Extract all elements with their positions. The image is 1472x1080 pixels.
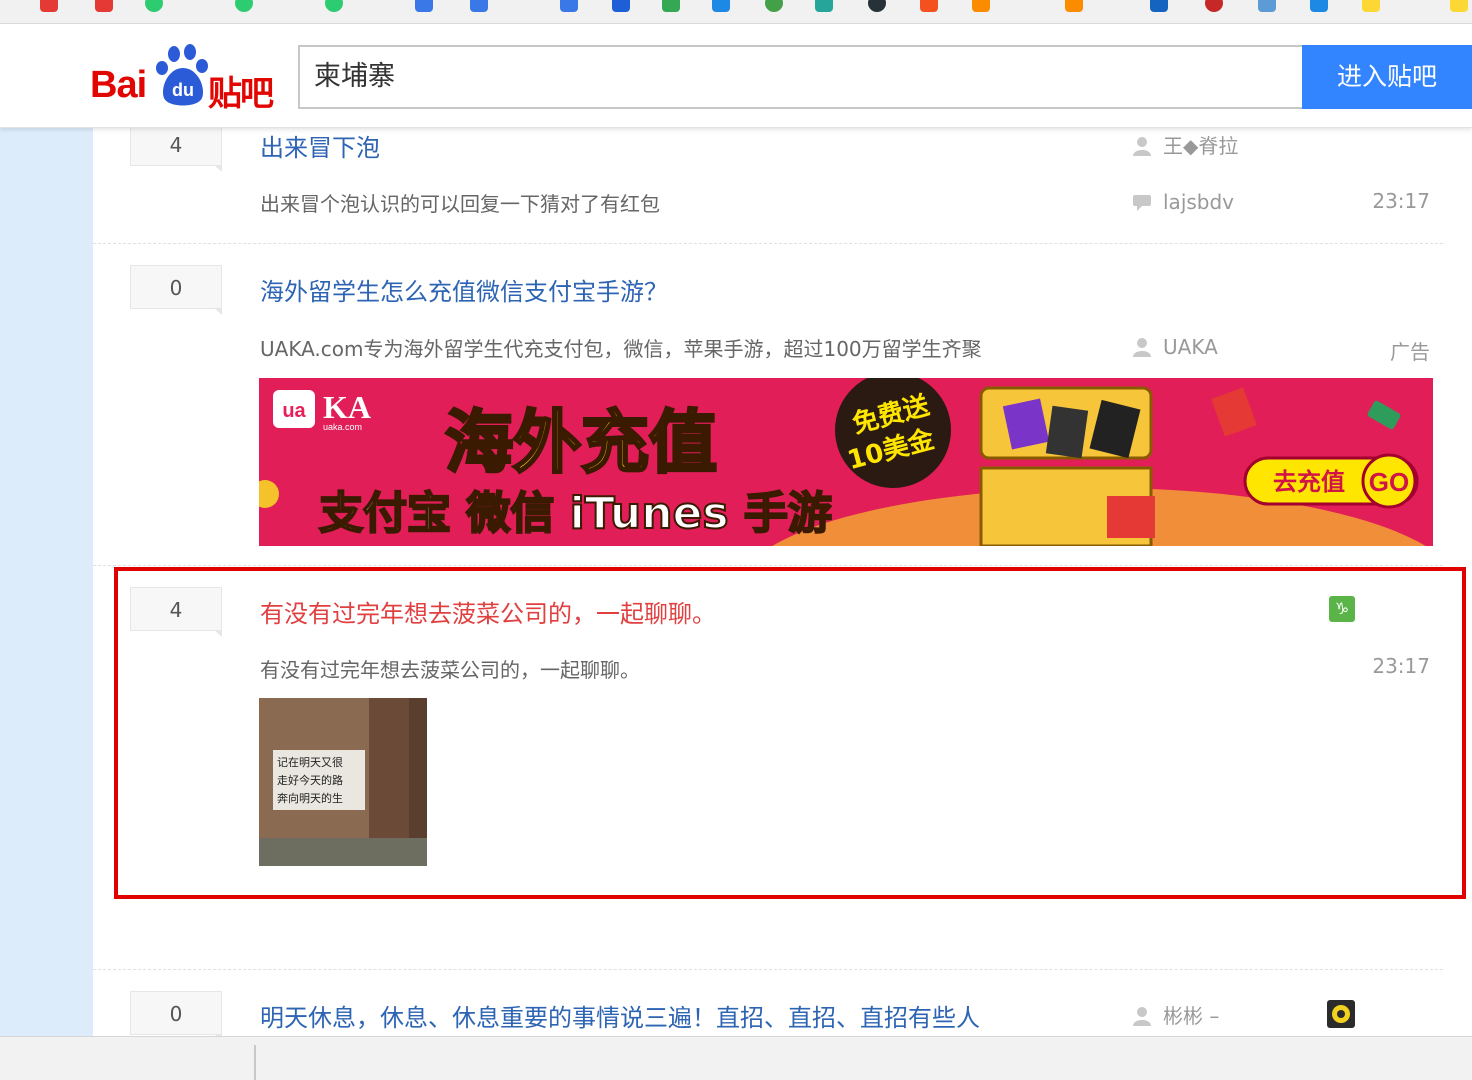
thread-divider [93, 243, 1443, 244]
thread-image-graphic: 记在明天又很 走好今天的路 奔向明天的生 [259, 698, 427, 866]
bookmark-icon[interactable] [1310, 0, 1328, 12]
bookmark-icon[interactable] [815, 0, 833, 12]
last-replier-name: lajsbdv [1163, 190, 1235, 214]
bookmark-icon[interactable] [1450, 0, 1468, 12]
thread-abstract: UAKA.com专为海外留学生代充支付包，微信，苹果手游，超过100万留学生齐聚 [260, 337, 982, 361]
paw-icon: du [156, 44, 208, 106]
banner-headline: 海外充值 [445, 404, 717, 483]
thread-time: 23:17 [1372, 654, 1430, 678]
baidu-tieba-logo[interactable]: Bai du 贴吧 [90, 44, 280, 114]
bookmarks-bar [0, 0, 1472, 24]
thread-time: 23:17 [1372, 189, 1430, 213]
bookmark-icon[interactable] [470, 0, 488, 12]
banner-brand: KA [323, 389, 371, 425]
reply-count-badge: 0 [130, 265, 222, 315]
bookmark-icon[interactable] [95, 0, 113, 12]
bookmark-icon[interactable] [765, 0, 783, 12]
thread-image[interactable]: 记在明天又很 走好今天的路 奔向明天的生 [259, 698, 427, 866]
search-input[interactable]: 柬埔寨 [298, 45, 1302, 109]
bookmark-icon[interactable] [868, 0, 886, 12]
logo-text-tieba: 贴吧 [208, 75, 274, 113]
thread-author[interactable]: 王◆脊拉 [1133, 130, 1238, 159]
tieba-header: Bai du 贴吧 柬埔寨 进入贴吧 [0, 24, 1472, 128]
reply-icon [1133, 195, 1151, 211]
bookmark-icon[interactable] [1065, 0, 1083, 12]
thread-title-link[interactable]: 海外留学生怎么充值微信支付宝手游？ [260, 272, 668, 307]
ad-banner[interactable]: ua KA uaka.com 海外充值 支付宝 微信 iTunes 手游 免费送… [259, 378, 1433, 546]
member-badge-icon: ♑ [1329, 596, 1355, 622]
reply-count-badge: 0 [130, 991, 222, 1041]
bookmark-icon[interactable] [325, 0, 343, 12]
bottom-bar [0, 1036, 1472, 1080]
enter-tieba-button[interactable]: 进入贴吧 [1302, 45, 1472, 109]
bookmark-icon[interactable] [415, 0, 433, 12]
bookmark-icon[interactable] [1150, 0, 1168, 12]
user-icon [1133, 1007, 1151, 1026]
user-icon [1133, 137, 1151, 156]
thread-author[interactable]: 彬彬 – [1133, 1000, 1219, 1029]
thread-author[interactable]: UAKA [1133, 335, 1218, 359]
image-text-line: 走好今天的路 [277, 773, 343, 787]
thread-abstract: 出来冒个泡认识的可以回复一下猜对了有红包 [260, 192, 660, 216]
reply-count-badge: 4 [130, 122, 222, 172]
banner-cta: 去充值 [1273, 468, 1345, 496]
banner-subline: 支付宝 微信 iTunes 手游 [319, 488, 832, 539]
left-sidebar-background [0, 24, 93, 1036]
thread-abstract: 有没有过完年想去菠菜公司的，一起聊聊。 [260, 658, 640, 682]
banner-go: GO [1369, 467, 1409, 497]
ad-banner-graphic: ua KA uaka.com 海外充值 支付宝 微信 iTunes 手游 免费送… [259, 378, 1433, 546]
bookmark-icon[interactable] [145, 0, 163, 12]
bookmark-icon[interactable] [235, 0, 253, 12]
banner-brand-sub: uaka.com [323, 422, 362, 432]
author-name: UAKA [1163, 335, 1218, 359]
bookmark-icon[interactable] [712, 0, 730, 12]
bookmark-icon[interactable] [972, 0, 990, 12]
reply-count-badge: 4 [130, 587, 222, 637]
bottom-bar-separator [254, 1045, 256, 1080]
bookmark-icon[interactable] [1258, 0, 1276, 12]
user-icon [1133, 338, 1151, 357]
bookmark-icon[interactable] [40, 0, 58, 12]
bookmark-icon[interactable] [1205, 0, 1223, 12]
thread-title-link[interactable]: 明天休息，休息、休息重要的事情说三遍！直招、直招、直招有些人 [260, 998, 980, 1033]
author-name: 王◆脊拉 [1163, 134, 1239, 158]
bookmark-icon[interactable] [662, 0, 680, 12]
thread-title-link[interactable]: 出来冒下泡 [260, 128, 380, 163]
bookmark-icon[interactable] [1362, 0, 1380, 12]
bookmark-icon[interactable] [920, 0, 938, 12]
bookmark-icon[interactable] [612, 0, 630, 12]
member-badge-icon [1327, 1000, 1355, 1028]
last-replier[interactable]: lajsbdv [1133, 190, 1234, 214]
banner-brand-small: ua [282, 400, 306, 422]
image-text-line: 记在明天又很 [277, 755, 343, 769]
logo-text-du: du [172, 80, 194, 100]
thread-title-link[interactable]: 有没有过完年想去菠菜公司的，一起聊聊。 [260, 594, 716, 629]
author-name: 彬彬 – [1163, 1004, 1220, 1028]
ad-label: 广告 [1390, 340, 1430, 364]
bookmark-icon[interactable] [560, 0, 578, 12]
thread-divider [93, 565, 1443, 566]
image-text-line: 奔向明天的生 [277, 791, 343, 805]
logo-text-bai: Bai [90, 64, 147, 106]
thread-divider [93, 969, 1443, 970]
